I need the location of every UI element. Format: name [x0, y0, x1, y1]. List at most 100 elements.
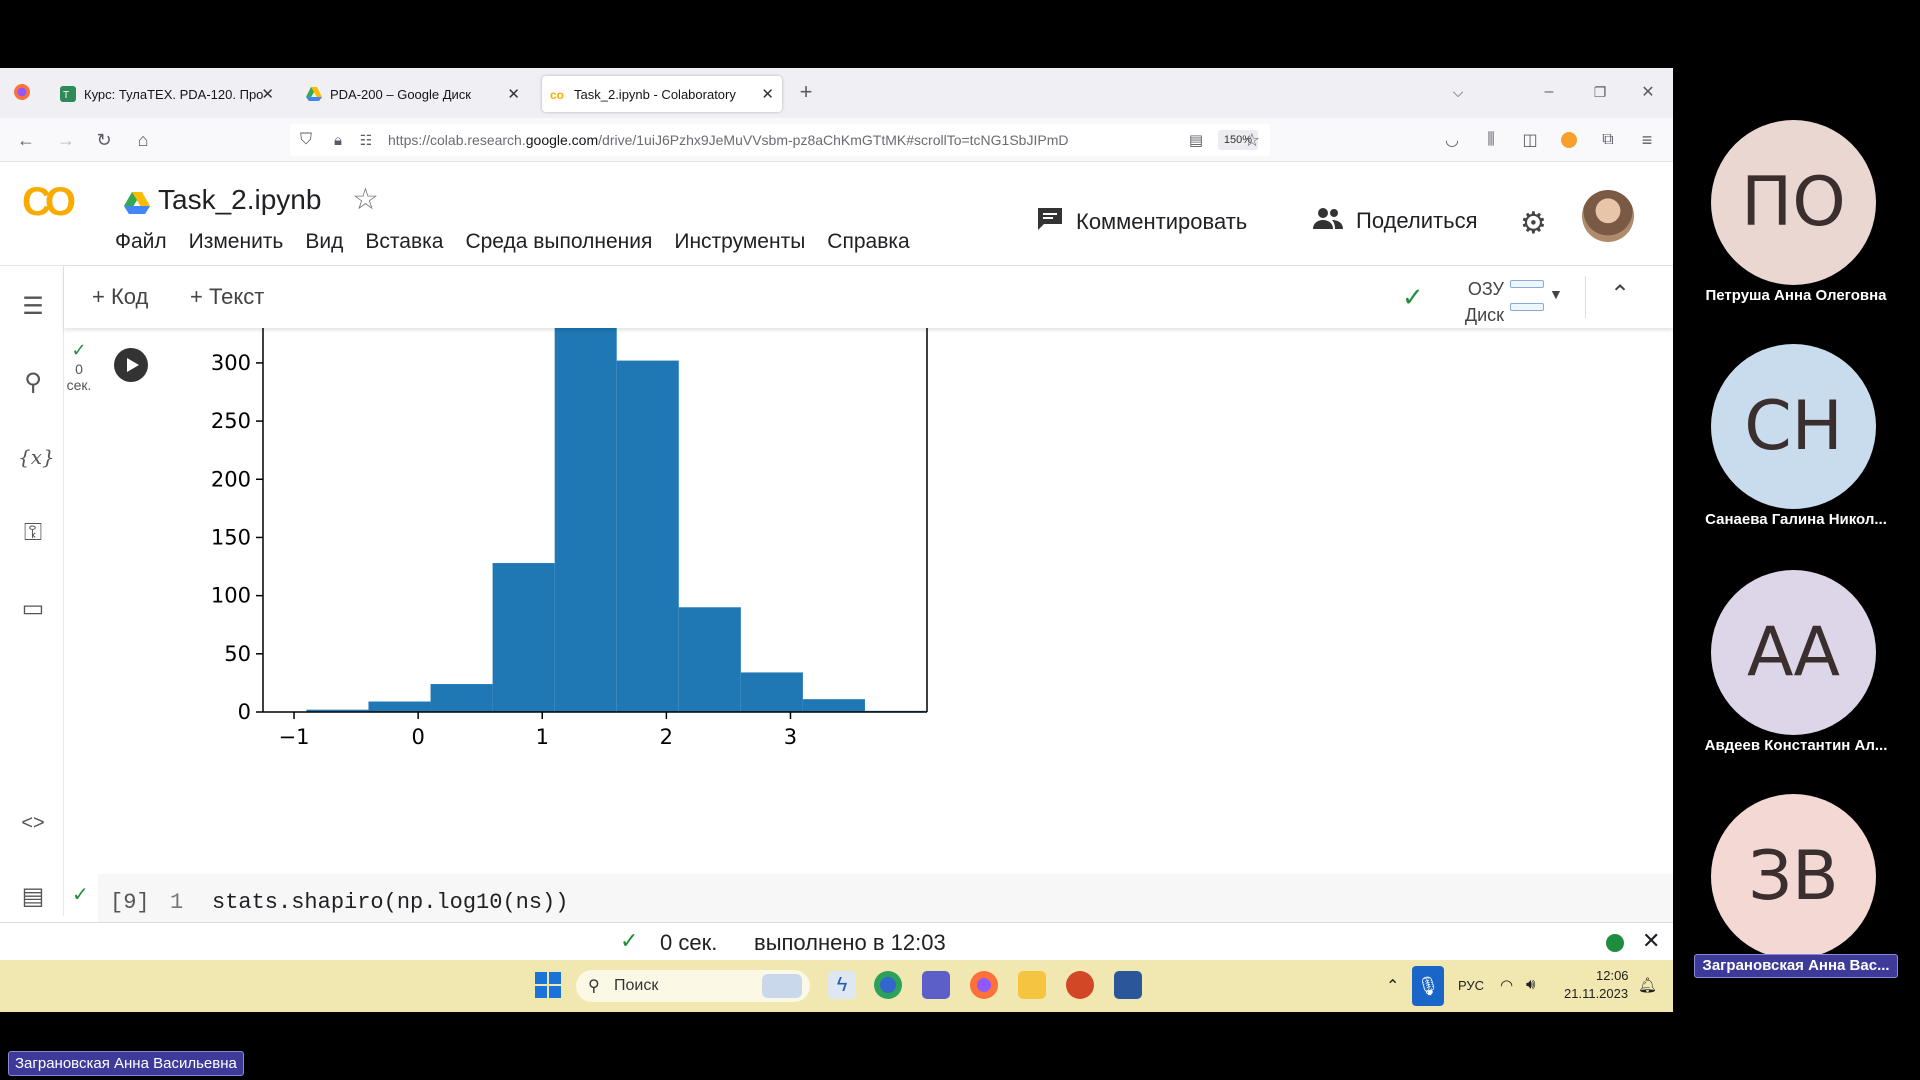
- star-icon[interactable]: ☆: [352, 182, 379, 217]
- tab-label: Task_2.ipynb - Colaboratory: [574, 86, 736, 102]
- runtime-status-dot: [1606, 934, 1624, 952]
- table-of-contents-icon[interactable]: ☰: [18, 292, 48, 322]
- menu-edit[interactable]: Изменить: [189, 230, 284, 254]
- word-icon[interactable]: [1114, 971, 1142, 999]
- bookmark-star-icon[interactable]: ☆: [1240, 128, 1264, 152]
- back-icon[interactable]: ←: [14, 128, 38, 152]
- chevron-down-icon[interactable]: ⌵: [1446, 80, 1470, 104]
- pocket-icon[interactable]: ◡: [1440, 128, 1464, 152]
- comment-button[interactable]: Комментировать: [1036, 206, 1247, 238]
- close-icon[interactable]: ✕: [261, 85, 274, 103]
- participant-name: Санаева Галина Никол...: [1705, 511, 1887, 528]
- participant-name: Заграновская Анна Вас...: [1694, 954, 1898, 978]
- participant-tile[interactable]: ПО Петруша Анна Олеговна: [1694, 120, 1898, 330]
- browser-tab-bar: T Курс: ТулаТЕХ. PDA-120. Прог ✕ PDA-200…: [0, 68, 1673, 118]
- add-text-button[interactable]: + Текст: [190, 284, 264, 310]
- participant-avatar: ЗВ: [1711, 794, 1876, 959]
- volume-icon[interactable]: 🔊︎: [1526, 976, 1535, 993]
- reader-view-icon[interactable]: ▤: [1184, 128, 1208, 152]
- tab-google-drive[interactable]: PDA-200 – Google Диск ✕: [298, 76, 528, 112]
- tab-colab[interactable]: co Task_2.ipynb - Colaboratory ✕: [542, 76, 782, 112]
- resources-dropdown-icon[interactable]: ▼: [1549, 286, 1563, 302]
- bolt-app-icon[interactable]: ϟ: [828, 971, 856, 999]
- share-button[interactable]: Поделиться: [1312, 206, 1477, 236]
- histogram-bar: [554, 328, 617, 712]
- menu-insert[interactable]: Вставка: [365, 230, 443, 254]
- add-code-button[interactable]: + Код: [92, 284, 148, 310]
- y-ticks: 0 50 100 150 200 250 300: [211, 351, 263, 724]
- participant-tile[interactable]: АА Авдеев Константин Ал...: [1694, 570, 1898, 780]
- collapse-header-icon[interactable]: ⌃: [1610, 280, 1630, 309]
- windows-start-icon[interactable]: [534, 971, 562, 999]
- run-cell-button[interactable]: [114, 348, 148, 382]
- tab-tulatex[interactable]: T Курс: ТулаТЕХ. PDA-120. Прог ✕: [52, 76, 282, 112]
- code-line[interactable]: stats.shapiro(np.log10(ns)): [212, 890, 568, 915]
- comment-icon: [1036, 206, 1064, 238]
- menu-file[interactable]: Файл: [115, 230, 167, 254]
- lock-icon[interactable]: 🔒︎: [326, 128, 350, 152]
- microphone-icon[interactable]: 🎙︎: [1412, 966, 1444, 1006]
- wifi-icon[interactable]: ◠: [1500, 976, 1513, 994]
- forward-icon[interactable]: →: [54, 128, 78, 152]
- code-cell[interactable]: [9] 1 stats.shapiro(np.log10(ns)): [98, 874, 1673, 922]
- clock-time[interactable]: 12:06: [1596, 968, 1629, 983]
- shield-icon[interactable]: ⛉: [294, 128, 318, 152]
- firefox-taskbar-icon[interactable]: [970, 971, 998, 999]
- firefox-icon[interactable]: [10, 80, 34, 104]
- extensions-puzzle-icon[interactable]: ⧉: [1596, 128, 1620, 152]
- home-icon[interactable]: ⌂: [131, 128, 155, 152]
- menu-runtime[interactable]: Среда выполнения: [465, 230, 652, 254]
- url-bar[interactable]: ⛉ 🔒︎ ☷ https://colab.research.google.com…: [290, 124, 1270, 156]
- resource-meters[interactable]: [1510, 280, 1544, 326]
- close-icon[interactable]: ✕: [761, 85, 774, 103]
- menu-tools[interactable]: Инструменты: [674, 230, 805, 254]
- line-number: 1: [170, 890, 184, 915]
- hamburger-menu-icon[interactable]: ≡: [1635, 128, 1659, 152]
- extension-orange-icon[interactable]: [1557, 128, 1581, 152]
- menu-help[interactable]: Справка: [827, 230, 909, 254]
- status-close-icon[interactable]: ✕: [1642, 928, 1660, 954]
- restore-icon[interactable]: ❐: [1588, 80, 1612, 104]
- menu-view[interactable]: Вид: [305, 230, 343, 254]
- participant-tile[interactable]: ЗВ Заграновская Анна Вас...: [1694, 794, 1898, 1004]
- variables-icon[interactable]: {x}: [18, 442, 55, 472]
- google-drive-icon[interactable]: [124, 192, 150, 214]
- taskbar-search[interactable]: ⚲ Поиск: [576, 970, 810, 1002]
- close-icon[interactable]: ✕: [507, 85, 520, 103]
- folder-icon[interactable]: ▭: [18, 594, 48, 624]
- window-close-icon[interactable]: ✕: [1636, 80, 1660, 104]
- x-tick-label: −1: [279, 725, 310, 749]
- teams-icon[interactable]: [922, 971, 950, 999]
- resources-labels[interactable]: ОЗУ Диск: [1449, 276, 1504, 328]
- secrets-key-icon[interactable]: ⚿: [18, 518, 48, 548]
- user-avatar[interactable]: [1582, 190, 1634, 242]
- notifications-icon[interactable]: 🔔︎: [1638, 976, 1657, 994]
- code-snippets-icon[interactable]: <>: [18, 808, 48, 838]
- comment-label: Комментировать: [1076, 209, 1248, 234]
- permissions-icon[interactable]: ☷: [354, 128, 378, 152]
- clock-date[interactable]: 21.11.2023: [1564, 986, 1628, 1001]
- status-time: 0 сек.: [660, 930, 718, 955]
- command-palette-icon[interactable]: ▤: [18, 882, 48, 912]
- x-tick-label: 0: [411, 725, 424, 749]
- file-explorer-icon[interactable]: [1018, 971, 1046, 999]
- x-tick-label: 1: [536, 725, 549, 749]
- language-indicator[interactable]: РУС: [1458, 978, 1484, 993]
- notebook-title[interactable]: Task_2.ipynb: [158, 184, 321, 216]
- participant-tile[interactable]: СН Санаева Галина Никол...: [1694, 344, 1898, 554]
- settings-gear-icon[interactable]: ⚙: [1520, 206, 1547, 241]
- new-tab-plus-icon[interactable]: +: [794, 79, 818, 104]
- minimize-icon[interactable]: –: [1537, 80, 1561, 104]
- edge-browser-icon[interactable]: [874, 971, 902, 999]
- library-icon[interactable]: ⫼: [1479, 128, 1503, 152]
- histogram-bar: [616, 360, 679, 712]
- tulatex-icon: T: [60, 86, 76, 102]
- reload-icon[interactable]: ↻: [92, 128, 116, 152]
- toolbar-divider: [1585, 276, 1586, 318]
- histogram-plot: 0 50 100 150 200 250 300 −1 0 1 2 3: [211, 328, 928, 749]
- search-icon[interactable]: ⚲: [18, 368, 48, 398]
- colab-logo[interactable]: CO: [22, 180, 76, 225]
- sidebar-toggle-icon[interactable]: ◫: [1518, 128, 1542, 152]
- tray-chevron-up-icon[interactable]: ⌃: [1386, 976, 1399, 996]
- powerpoint-icon[interactable]: [1066, 971, 1094, 999]
